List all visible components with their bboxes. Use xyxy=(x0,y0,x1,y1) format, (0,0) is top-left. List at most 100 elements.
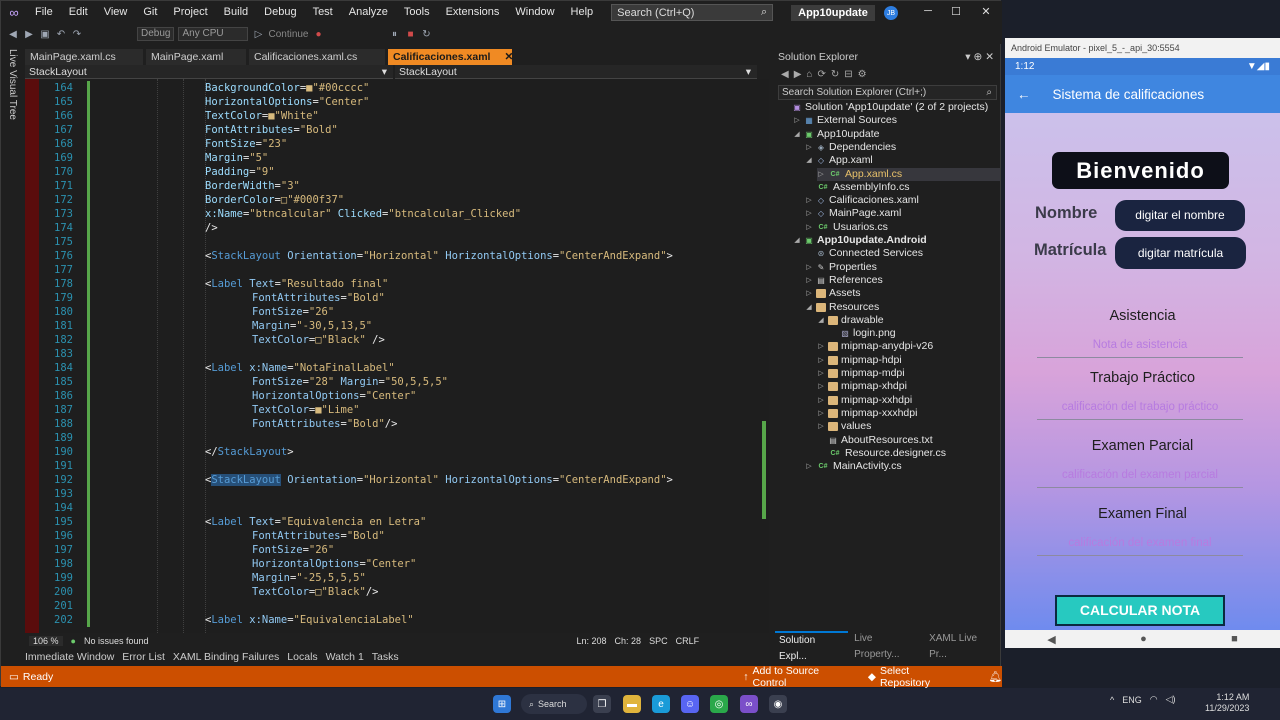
tree-item[interactable]: C# Resource.designer.cs xyxy=(817,447,946,460)
expand-arrow-icon[interactable]: ▷ xyxy=(805,223,813,232)
expand-arrow-icon[interactable] xyxy=(805,183,813,192)
search-box[interactable]: Search (Ctrl+Q) ⌕ xyxy=(611,4,774,21)
parcial-input[interactable]: calificación del examen parcial xyxy=(1037,466,1243,488)
expand-arrow-icon[interactable] xyxy=(805,249,813,258)
tree-item[interactable]: ▷ C# MainActivity.cs xyxy=(805,460,901,473)
tree-item[interactable]: ▷ ◇ Calificaciones.xaml xyxy=(805,194,919,207)
forward-icon[interactable]: ▶ xyxy=(23,29,35,40)
expand-arrow-icon[interactable]: ▷ xyxy=(817,170,825,179)
expand-arrow-icon[interactable]: ▷ xyxy=(817,356,825,365)
expand-arrow-icon[interactable]: ◢ xyxy=(805,303,813,312)
solution-explorer-tab[interactable]: Live Property... xyxy=(850,631,923,660)
tree-item[interactable]: ◢ ▣ App10update xyxy=(793,128,879,141)
document-tab[interactable]: MainPage.xaml xyxy=(146,49,246,65)
tree-item[interactable]: ▷ ▤ References xyxy=(805,274,882,287)
wifi-icon[interactable]: ◠ xyxy=(1150,694,1158,705)
pause-icon[interactable]: ⏸ xyxy=(389,29,401,40)
tree-item[interactable]: ▷ Assets xyxy=(805,287,860,300)
expand-arrow-icon[interactable]: ▷ xyxy=(805,462,813,471)
menu-item[interactable]: Build xyxy=(216,1,256,24)
language-indicator[interactable]: ENG xyxy=(1122,695,1142,705)
chrome-like-icon[interactable]: ◎ xyxy=(710,695,728,713)
fire-icon[interactable]: ● xyxy=(313,29,325,40)
close-icon[interactable]: ✕ xyxy=(504,49,513,65)
save-icon[interactable]: ▣ xyxy=(39,29,51,40)
expand-arrow-icon[interactable]: ◢ xyxy=(817,316,825,325)
tree-item[interactable]: ◢ Resources xyxy=(805,301,879,314)
discord-icon[interactable]: ☺ xyxy=(681,695,699,713)
tree-item[interactable]: C# AssemblyInfo.cs xyxy=(805,181,910,194)
menu-item[interactable]: Tools xyxy=(396,1,438,24)
expand-arrow-icon[interactable]: ◢ xyxy=(805,156,813,165)
menu-item[interactable]: Test xyxy=(305,1,341,24)
tree-item[interactable]: ⊛ Connected Services xyxy=(805,247,923,260)
restart-icon[interactable]: ↻ xyxy=(421,29,433,40)
live-visual-tree-tab[interactable]: Live Visual Tree xyxy=(7,49,18,120)
menu-item[interactable]: View xyxy=(96,1,136,24)
tree-item[interactable]: ◢ ▣ App10update.Android xyxy=(793,234,926,247)
tree-item[interactable]: ▷ C# App.xaml.cs xyxy=(817,167,1000,181)
solution-explorer-tab[interactable]: XAML Live Pr... xyxy=(925,631,1000,660)
tree-item[interactable]: ▷ mipmap-xhdpi xyxy=(817,380,907,393)
undo-icon[interactable]: ↶ xyxy=(55,29,67,40)
menu-item[interactable]: Extensions xyxy=(438,1,508,24)
expand-arrow-icon[interactable]: ▷ xyxy=(805,289,813,298)
solution-search-input[interactable]: Search Solution Explorer (Ctrl+;) ⌕ xyxy=(778,85,997,100)
trabajo-input[interactable]: calificación del trabajo práctico xyxy=(1037,398,1243,420)
clock[interactable]: 1:12 AM 11/29/2023 xyxy=(1205,692,1249,714)
stop-icon[interactable]: ■ xyxy=(405,29,417,40)
refresh-icon[interactable]: ↻ xyxy=(831,69,839,80)
edge-icon[interactable]: e xyxy=(652,695,670,713)
windows-start-icon[interactable]: ⊞ xyxy=(493,695,511,713)
back-icon[interactable]: ◀ xyxy=(7,29,19,40)
expand-arrow-icon[interactable] xyxy=(829,329,837,338)
issues-status[interactable]: No issues found xyxy=(84,636,149,646)
back-icon[interactable]: ◀ xyxy=(781,69,789,80)
document-tab[interactable]: MainPage.xaml.cs xyxy=(25,49,143,65)
expand-arrow-icon[interactable]: ▷ xyxy=(805,209,813,218)
user-avatar[interactable]: JB xyxy=(884,6,898,20)
menu-item[interactable]: Analyze xyxy=(341,1,396,24)
maximize-icon[interactable]: ☐ xyxy=(949,5,963,19)
expand-arrow-icon[interactable]: ▷ xyxy=(817,396,825,405)
tree-item[interactable]: ▷ mipmap-hdpi xyxy=(817,354,901,367)
menu-item[interactable]: Git xyxy=(135,1,165,24)
tool-window-tab[interactable]: XAML Binding Failures xyxy=(173,649,279,666)
volume-icon[interactable]: ◁) xyxy=(1166,694,1176,705)
matricula-button[interactable]: digitar matrícula xyxy=(1115,237,1246,269)
editor-scrollbar[interactable] xyxy=(761,79,769,633)
menu-item[interactable]: File xyxy=(27,1,61,24)
play-icon[interactable]: ▷ xyxy=(252,29,264,40)
expand-arrow-icon[interactable]: ▷ xyxy=(817,382,825,391)
settings-icon[interactable]: ⚙ xyxy=(858,69,867,80)
recents-square-icon[interactable]: ■ xyxy=(1231,633,1238,645)
redo-icon[interactable]: ↷ xyxy=(71,29,83,40)
nav-combo-right[interactable]: StackLayout ▾ xyxy=(395,65,757,79)
tree-item[interactable]: ▷ ▦ External Sources xyxy=(793,114,897,127)
tree-item[interactable]: ▤ AboutResources.txt xyxy=(817,434,932,447)
document-tab[interactable]: Calificaciones.xaml ✕ xyxy=(388,49,513,65)
calcular-nota-button[interactable]: CALCULAR NOTA xyxy=(1055,595,1225,626)
expand-arrow-icon[interactable]: ▷ xyxy=(805,276,813,285)
minimize-icon[interactable]: ─ xyxy=(921,5,935,19)
menu-item[interactable]: Edit xyxy=(61,1,96,24)
home-icon[interactable]: ⌂ xyxy=(806,69,812,80)
expand-arrow-icon[interactable] xyxy=(817,436,825,445)
back-arrow-icon[interactable]: ← xyxy=(1017,87,1031,102)
tree-item[interactable]: ▷ ✎ Properties xyxy=(805,261,877,274)
taskbar-search[interactable]: ⌕ Search xyxy=(521,694,587,714)
tree-item[interactable]: ◢ drawable xyxy=(817,314,883,327)
continue-button[interactable]: Continue xyxy=(268,29,308,40)
home-circle-icon[interactable]: ● xyxy=(1140,633,1147,645)
back-triangle-icon[interactable]: ◀ xyxy=(1047,633,1055,646)
menu-item[interactable]: Window xyxy=(507,1,562,24)
chrome-icon[interactable]: ◉ xyxy=(769,695,787,713)
tree-item[interactable]: ▷ mipmap-xxhdpi xyxy=(817,394,912,407)
tree-item[interactable]: ▷ C# Usuarios.cs xyxy=(805,221,888,234)
tree-item[interactable]: ▷ mipmap-anydpi-v26 xyxy=(817,340,933,353)
task-view-icon[interactable]: ❐ xyxy=(593,695,611,713)
select-repository-button[interactable]: Select Repository xyxy=(880,665,961,689)
tool-window-tab[interactable]: Locals xyxy=(287,649,317,666)
file-explorer-icon[interactable]: ▬ xyxy=(623,695,641,713)
collapse-icon[interactable]: ⊟ xyxy=(844,69,852,80)
